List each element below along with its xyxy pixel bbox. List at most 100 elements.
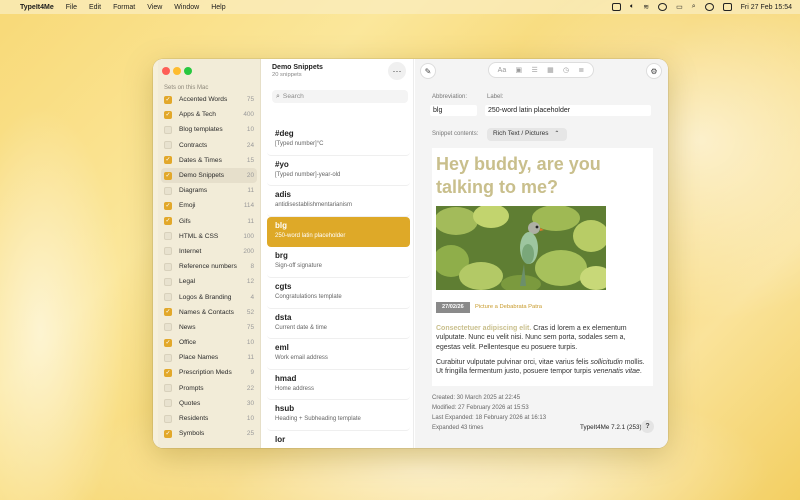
control-center-icon[interactable] bbox=[658, 3, 668, 11]
snippet-row[interactable]: adis antidisestablishmentarianism bbox=[267, 186, 410, 217]
paragraph-text: . bbox=[639, 368, 642, 376]
snippet-preview[interactable]: Hey buddy, are you talking to me? 27/02/… bbox=[432, 148, 653, 386]
snippet-row[interactable]: cgts Congratulations template bbox=[267, 278, 410, 309]
set-row[interactable]: Logos & Branding 4 bbox=[161, 289, 257, 304]
paragraph-highlight: Consectetuer adipiscing elit. bbox=[436, 325, 532, 332]
set-row[interactable]: ✓ Emoji 114 bbox=[161, 198, 257, 213]
set-checkbox[interactable]: ✓ bbox=[164, 338, 172, 347]
set-checkbox[interactable] bbox=[164, 323, 172, 332]
zoom-button[interactable] bbox=[184, 67, 192, 75]
label-field[interactable]: 250-word latin placeholder bbox=[485, 105, 651, 116]
set-checkbox[interactable]: ✓ bbox=[164, 217, 172, 226]
list-icon[interactable]: ☰ bbox=[531, 66, 537, 74]
set-row[interactable]: News 75 bbox=[161, 320, 257, 335]
volume-icon[interactable]: 🔈︎ bbox=[630, 3, 634, 11]
set-checkbox[interactable] bbox=[164, 247, 172, 256]
clock-icon[interactable]: ◷ bbox=[563, 66, 569, 74]
menu-window[interactable]: Window bbox=[174, 4, 199, 11]
menu-format[interactable]: Format bbox=[113, 4, 135, 11]
set-row[interactable]: ✓ Office 10 bbox=[161, 335, 257, 350]
set-name: Internet bbox=[179, 247, 202, 255]
set-checkbox[interactable]: ✓ bbox=[164, 110, 172, 119]
set-row[interactable]: Blog templates 10 bbox=[161, 122, 257, 137]
set-checkbox[interactable] bbox=[164, 186, 172, 195]
close-button[interactable] bbox=[162, 67, 170, 75]
set-checkbox[interactable] bbox=[164, 262, 172, 271]
abbreviation-field[interactable]: blg bbox=[430, 105, 477, 116]
set-checkbox[interactable]: ✓ bbox=[164, 308, 172, 317]
set-checkbox[interactable] bbox=[164, 353, 172, 362]
set-checkbox[interactable]: ✓ bbox=[164, 171, 172, 180]
wifi-icon[interactable]: ≋ bbox=[643, 3, 649, 11]
set-checkbox[interactable]: ✓ bbox=[164, 95, 172, 104]
snippet-row[interactable]: #yo [Typed number]-year-old bbox=[267, 156, 410, 187]
font-icon[interactable]: Aa bbox=[498, 67, 507, 74]
image-icon[interactable]: ▣ bbox=[516, 66, 523, 74]
set-name: Office bbox=[179, 339, 197, 347]
set-checkbox[interactable] bbox=[164, 232, 172, 241]
set-row[interactable]: ✓ Dates & Times 15 bbox=[161, 153, 257, 168]
set-checkbox[interactable] bbox=[164, 293, 172, 302]
set-row[interactable]: Reference numbers 8 bbox=[161, 259, 257, 274]
set-row[interactable]: ✓ Apps & Tech 400 bbox=[161, 107, 257, 122]
search-field[interactable]: ⌕ Search bbox=[272, 90, 408, 103]
set-row[interactable]: HTML & CSS 100 bbox=[161, 229, 257, 244]
menu-app[interactable]: TypeIt4Me bbox=[20, 4, 54, 11]
snippet-row[interactable]: #deg [Typed number]°C bbox=[267, 125, 410, 156]
menu-view[interactable]: View bbox=[147, 4, 162, 11]
snippet-row[interactable]: dsta Current date & time bbox=[267, 309, 410, 340]
menu-help[interactable]: Help bbox=[211, 4, 225, 11]
snippet-row[interactable]: brg Sign-off signature bbox=[267, 247, 410, 278]
set-checkbox[interactable] bbox=[164, 277, 172, 286]
snippet-label: 250-word latin placeholder bbox=[275, 232, 346, 239]
set-row[interactable]: ✓ Names & Contacts 52 bbox=[161, 305, 257, 320]
snippet-row[interactable]: hmad Home address bbox=[267, 370, 410, 401]
set-checkbox[interactable]: ✓ bbox=[164, 201, 172, 210]
expanded-count: Expanded 43 times bbox=[432, 425, 484, 431]
snippet-row[interactable]: eml Work email address bbox=[267, 339, 410, 370]
set-count: 10 bbox=[246, 126, 254, 134]
new-snippet-icon[interactable]: ✎ bbox=[420, 63, 436, 79]
set-checkbox[interactable] bbox=[164, 141, 172, 150]
help-button[interactable]: ? bbox=[641, 420, 654, 433]
set-row[interactable]: Place Names 11 bbox=[161, 350, 257, 365]
set-checkbox[interactable]: ✓ bbox=[164, 429, 172, 438]
calendar-icon[interactable]: ▦ bbox=[547, 66, 554, 74]
snippet-row[interactable]: lor bbox=[267, 431, 410, 448]
set-checkbox[interactable] bbox=[164, 414, 172, 423]
set-row[interactable]: Prompts 22 bbox=[161, 381, 257, 396]
set-row[interactable]: ✓ Accented Words 75 bbox=[161, 92, 257, 107]
set-checkbox[interactable]: ✓ bbox=[164, 368, 172, 377]
clock[interactable]: Fri 27 Feb 15:54 bbox=[741, 4, 792, 11]
set-checkbox[interactable] bbox=[164, 399, 172, 408]
set-row[interactable]: ✓ Symbols 25 bbox=[161, 426, 257, 441]
menu-edit[interactable]: Edit bbox=[89, 4, 101, 11]
menu-file[interactable]: File bbox=[66, 4, 77, 11]
typeit4me-status-icon[interactable] bbox=[612, 3, 621, 11]
battery-icon[interactable]: ▭ bbox=[676, 3, 683, 11]
search-icon[interactable]: ⌕ bbox=[692, 3, 696, 11]
set-count: 10 bbox=[246, 415, 254, 423]
set-row[interactable]: Internet 200 bbox=[161, 244, 257, 259]
set-row[interactable]: Legal 12 bbox=[161, 274, 257, 289]
snippet-row[interactable]: hsub Heading + Subheading template bbox=[267, 400, 410, 431]
checklist-icon[interactable]: ≣ bbox=[578, 66, 584, 74]
set-row[interactable]: ✓ Demo Snippets 20 bbox=[161, 167, 257, 184]
set-checkbox[interactable]: ✓ bbox=[164, 156, 172, 165]
set-row[interactable]: ✓ Prescription Meds 9 bbox=[161, 365, 257, 380]
set-row[interactable]: Contracts 24 bbox=[161, 138, 257, 153]
toggle-icon[interactable] bbox=[722, 3, 732, 11]
contents-type-select[interactable]: Rich Text / Pictures ⌃ bbox=[487, 128, 567, 141]
set-row[interactable]: Diagrams 11 bbox=[161, 183, 257, 198]
set-checkbox[interactable] bbox=[164, 384, 172, 393]
snippet-count: 20 snippets bbox=[272, 72, 302, 78]
snippet-row[interactable]: blg 250-word latin placeholder bbox=[267, 216, 410, 248]
siri-icon[interactable] bbox=[704, 3, 714, 11]
set-row[interactable]: Quotes 30 bbox=[161, 396, 257, 411]
set-row[interactable]: Residents 10 bbox=[161, 411, 257, 426]
minimize-button[interactable] bbox=[173, 67, 181, 75]
settings-icon[interactable]: ⚙ bbox=[646, 63, 662, 79]
set-row[interactable]: ✓ Gifs 11 bbox=[161, 214, 257, 229]
set-checkbox[interactable] bbox=[164, 125, 172, 134]
more-button[interactable]: ··· bbox=[388, 62, 406, 80]
